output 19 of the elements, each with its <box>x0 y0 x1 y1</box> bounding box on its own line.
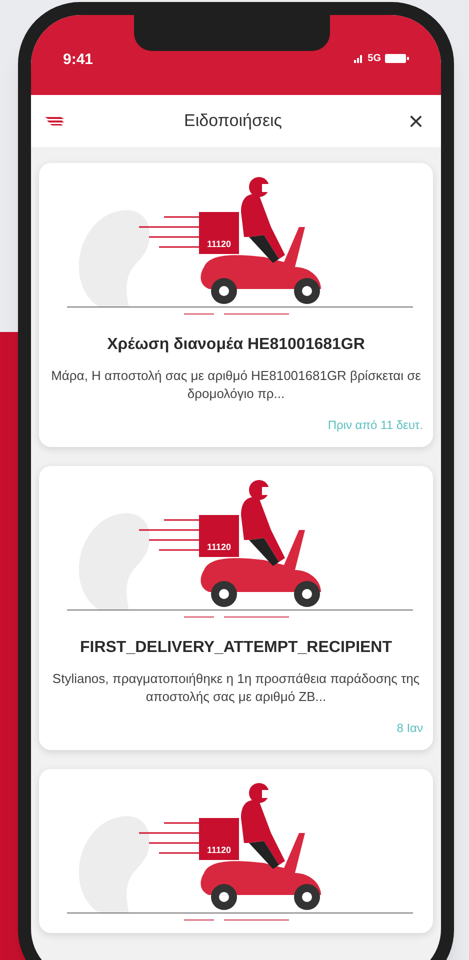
notification-time: 8 Ιαν <box>396 721 423 735</box>
notification-card[interactable]: 11120 FIRST_DELIVERY_ATTEMPT_RECIPIENT Stylianos, πραγματοποιήθηκε η 1η προσπάθεια παράδοσης της αποστολής σας με αριθμό ΖΒ... 8 Ιαν <box>39 466 433 750</box>
notification-message: Μάρα, Η αποστολή σας με αριθμό HE81001681GR βρίσκεται σε δρομολόγιο πρ... <box>50 367 422 403</box>
notification-time: Πριν από 11 δευτ. <box>328 418 423 432</box>
box-number: 11120 <box>206 845 232 855</box>
notification-card[interactable]: 11120 Χρέωση διανομέα HE81001681GR Μάρα, Η αποστολή σας με αριθμό HE81001681GR βρίσκεται σε δρομολόγιο πρ... Πριν από 11 δευτ. <box>39 163 433 447</box>
close-button[interactable]: × <box>404 108 427 134</box>
header-title: Ειδοποιήσεις <box>184 110 282 132</box>
status-time: 9:41 <box>63 50 94 70</box>
box-number: 11120 <box>206 239 232 249</box>
notification-message: Stylianos, πραγματοποιήθηκε η 1η προσπάθεια παράδοσης της αποστολής σας με αριθμό ΖΒ... <box>51 670 421 706</box>
network-label: 5G <box>368 52 381 66</box>
notification-title: Χρέωση διανομέα HE81001681GR <box>106 335 366 355</box>
box-number: 11120 <box>206 542 232 552</box>
notification-card[interactable]: 11120 <box>39 769 433 933</box>
notification-title: FIRST_DELIVERY_ATTEMPT_RECIPIENT <box>78 638 394 658</box>
signal-icon <box>354 54 364 63</box>
battery-icon <box>385 54 409 63</box>
logo-icon <box>45 116 65 126</box>
